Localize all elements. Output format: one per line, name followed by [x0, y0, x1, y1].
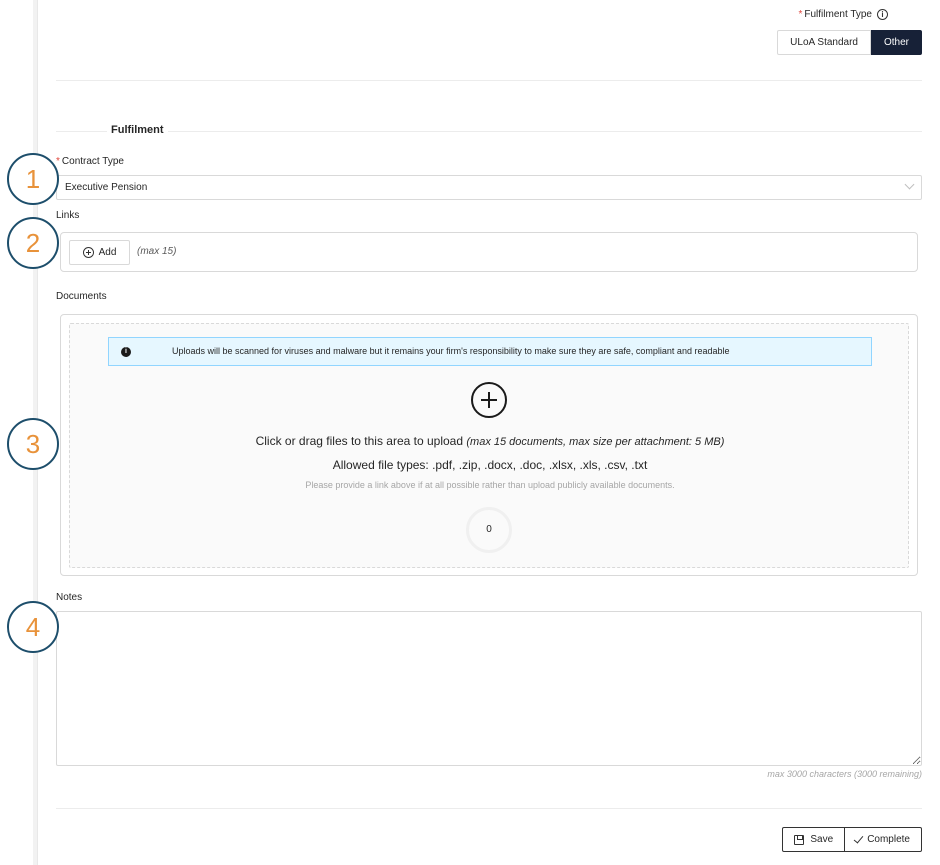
contract-type-value: Executive Pension — [65, 182, 148, 193]
required-marker: * — [56, 156, 60, 167]
check-icon — [853, 832, 864, 844]
document-count: 0 — [466, 507, 512, 553]
fulfilment-type-label-text: Fulfilment Type — [804, 9, 872, 20]
info-icon[interactable]: i — [877, 9, 888, 20]
documents-box: i Uploads will be scanned for viruses an… — [60, 314, 918, 576]
add-link-label: Add — [98, 247, 117, 258]
chevron-down-icon — [904, 179, 915, 190]
allowed-file-types: Allowed file types: .pdf, .zip, .docx, .… — [332, 458, 648, 472]
callout-4: 4 — [7, 601, 59, 653]
info-icon: i — [121, 347, 131, 357]
fulfilment-type-toggle: ULoA Standard Other — [777, 30, 922, 55]
callout-3: 3 — [7, 418, 59, 470]
contract-type-select[interactable]: Executive Pension — [56, 175, 922, 200]
upload-hint: Please provide a link above if at all po… — [305, 480, 675, 490]
required-marker: * — [798, 9, 803, 20]
section-title: Fulfilment — [107, 124, 168, 136]
upload-limits-text: (max 15 documents, max size per attachme… — [466, 436, 725, 448]
save-label: Save — [810, 834, 834, 845]
callout-2: 2 — [7, 217, 59, 269]
section-divider — [56, 131, 922, 132]
save-button[interactable]: Save — [782, 827, 846, 852]
notes-label: Notes — [56, 592, 83, 603]
fulfilment-type-uloa-standard[interactable]: ULoA Standard — [777, 30, 871, 55]
notes-char-count: max 3000 characters (3000 remaining) — [767, 769, 922, 779]
callout-1: 1 — [7, 153, 59, 205]
contract-type-label: * Contract Type — [56, 156, 124, 167]
fulfilment-type-label: * Fulfilment Type i — [798, 9, 888, 20]
plus-circle-icon — [82, 247, 94, 258]
complete-label: Complete — [867, 834, 910, 845]
plus-circle-icon[interactable] — [471, 382, 507, 418]
divider — [56, 808, 922, 809]
links-box: Add (max 15) — [60, 232, 918, 272]
fulfilment-type-other[interactable]: Other — [870, 30, 922, 55]
upload-alert: i Uploads will be scanned for viruses an… — [108, 337, 872, 366]
complete-button[interactable]: Complete — [845, 827, 922, 852]
upload-main-text: Click or drag files to this area to uplo… — [255, 434, 464, 448]
action-buttons: Save Complete — [782, 827, 922, 852]
save-icon — [794, 834, 805, 845]
upload-instructions: Click or drag files to this area to uplo… — [70, 434, 910, 448]
links-max-note: (max 15) — [137, 246, 177, 257]
add-link-button[interactable]: Add — [69, 240, 130, 265]
upload-dropzone[interactable]: i Uploads will be scanned for viruses an… — [69, 323, 909, 568]
documents-label: Documents — [56, 291, 107, 302]
links-label: Links — [56, 210, 80, 221]
divider — [56, 80, 922, 81]
upload-alert-text: Uploads will be scanned for viruses and … — [172, 346, 730, 356]
notes-textarea[interactable] — [56, 611, 922, 766]
contract-type-label-text: Contract Type — [61, 156, 124, 167]
